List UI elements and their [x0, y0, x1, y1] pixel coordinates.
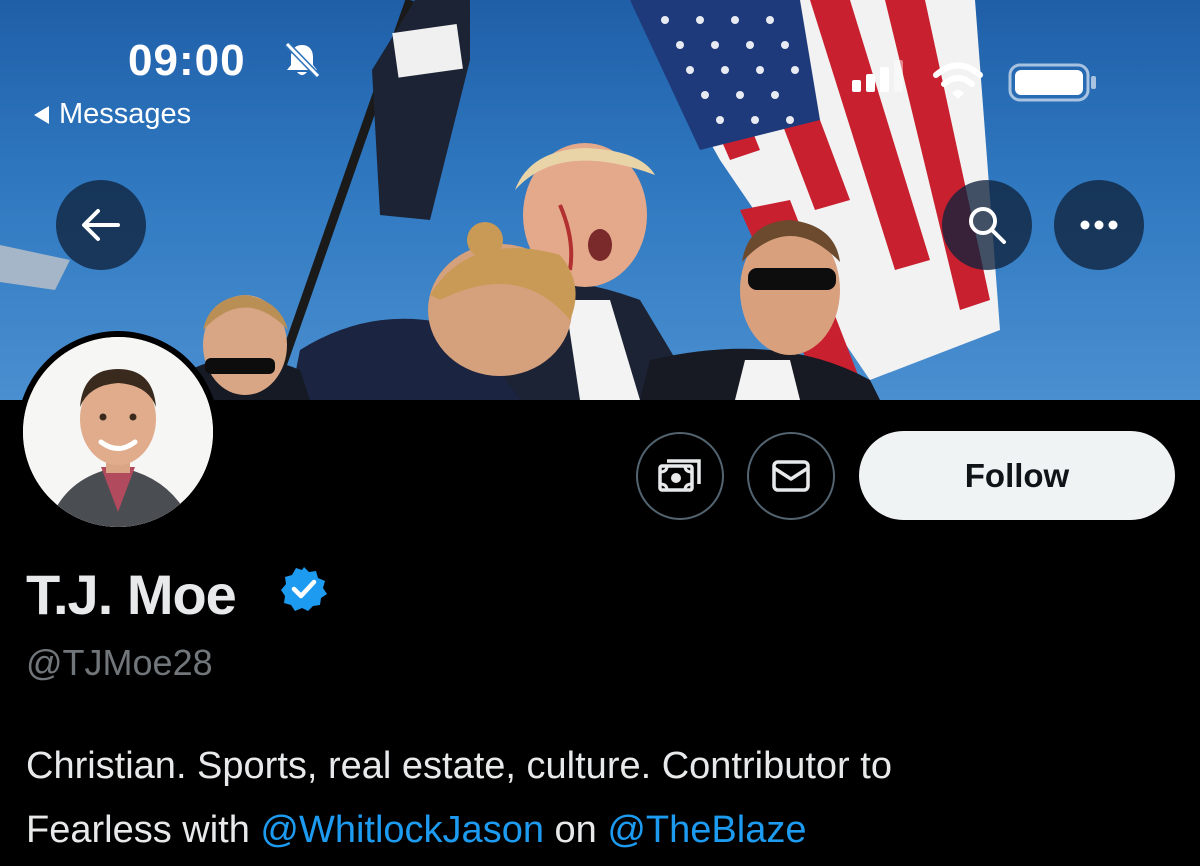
back-button[interactable] — [56, 180, 146, 270]
arrow-left-icon — [82, 209, 120, 241]
follow-button[interactable]: Follow — [859, 431, 1175, 520]
message-button[interactable] — [747, 432, 835, 520]
back-to-messages[interactable]: Messages — [34, 98, 191, 131]
avatar-photo — [23, 337, 213, 527]
battery-icon — [1008, 63, 1096, 102]
search-button[interactable] — [942, 180, 1032, 270]
bell-slash-icon — [284, 41, 321, 79]
cellular-signal-icon — [852, 60, 903, 92]
wifi-icon — [933, 62, 983, 99]
profile-avatar[interactable] — [17, 331, 219, 533]
profile-display-name: T.J. Moe — [26, 563, 237, 626]
back-app-label: Messages — [59, 98, 192, 130]
profile-banner[interactable]: 09:00 Messages — [0, 0, 1200, 400]
profile-bio: Christian. Sports, real estate, culture.… — [26, 734, 1186, 862]
status-time: 09:00 — [128, 36, 246, 85]
profile-handle: @TJMoe28 — [26, 642, 213, 683]
more-horizontal-icon — [1080, 220, 1118, 230]
search-icon — [969, 207, 1006, 244]
mention-link-whitlockjason[interactable]: @WhitlockJason — [260, 809, 544, 851]
more-options-button[interactable] — [1054, 180, 1144, 270]
envelope-icon — [772, 460, 810, 492]
bio-text: Fearless with — [26, 809, 261, 851]
bio-line-1: Christian. Sports, real estate, culture.… — [26, 745, 892, 787]
tip-jar-money-icon — [658, 459, 701, 492]
bio-text: on — [543, 809, 608, 851]
tip-button[interactable] — [636, 432, 724, 520]
verified-badge-icon[interactable] — [280, 565, 328, 613]
bio-line-2: Fearless with @WhitlockJason on @TheBlaz… — [26, 798, 1186, 862]
mention-link-theblaze[interactable]: @TheBlaze — [607, 809, 806, 851]
back-triangle-icon — [34, 105, 49, 124]
